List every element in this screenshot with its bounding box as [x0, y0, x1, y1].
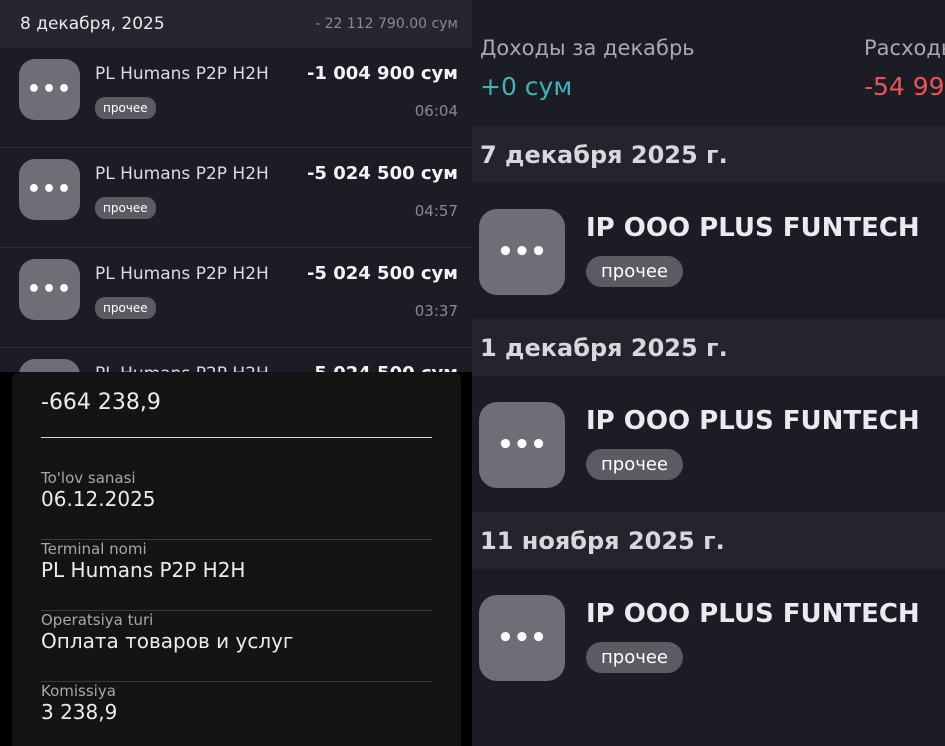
history-item[interactable]: ••• IP OOO PLUS FUNTECH прочее [472, 376, 945, 512]
operation-type-field: Operatsiya turi Оплата товаров и услуг [41, 611, 432, 682]
date-section-header: 7 декабря 2025 г. [472, 126, 945, 183]
transaction-row[interactable]: ••• PL Humans P2P H2H прочее -1 004 900 … [0, 48, 472, 148]
payment-details-panel: -664 238,9 To'lov sanasi 06.12.2025 Term… [12, 372, 461, 746]
category-badge: прочее [586, 642, 683, 673]
history-item[interactable]: ••• IP OOO PLUS FUNTECH прочее [472, 569, 945, 705]
more-icon: ••• [479, 595, 565, 681]
merchant-name: IP OOO PLUS FUNTECH [586, 213, 920, 243]
field-value: Оплата товаров и услуг [41, 629, 294, 653]
more-icon: ••• [479, 402, 565, 488]
transaction-amount: -5 024 500 сум [307, 363, 458, 372]
history-item[interactable]: ••• IP OOO PLUS FUNTECH прочее [472, 183, 945, 319]
field-value: 3 238,9 [41, 700, 118, 724]
field-value: 06.12.2025 [41, 487, 156, 511]
transaction-time: 04:57 [414, 202, 458, 220]
commission-field: Komissiya 3 238,9 [41, 682, 432, 746]
transaction-name: PL Humans P2P H2H [95, 164, 269, 184]
day-header: 8 декабря, 2025 - 22 112 790.00 сум [0, 0, 472, 48]
day-total: - 22 112 790.00 сум [315, 16, 458, 32]
field-label: To'lov sanasi [41, 469, 136, 487]
date-section-header: 11 ноября 2025 г. [472, 512, 945, 569]
category-badge: прочее [95, 297, 156, 319]
more-icon: ••• [19, 159, 80, 220]
day-date: 8 декабря, 2025 [20, 14, 165, 34]
transaction-name: PL Humans P2P H2H [95, 364, 269, 372]
transaction-time: 06:04 [414, 102, 458, 120]
field-label: Komissiya [41, 682, 116, 700]
category-badge: прочее [95, 97, 156, 119]
field-value: PL Humans P2P H2H [41, 558, 246, 582]
more-icon: ••• [19, 359, 80, 372]
history-panel: Доходы за декабрь +0 сум Расходы за дека… [472, 0, 945, 746]
payment-amount: -664 238,9 [41, 390, 161, 415]
category-badge: прочее [586, 256, 683, 287]
transaction-list-panel: 8 декабря, 2025 - 22 112 790.00 сум ••• … [0, 0, 472, 372]
category-badge: прочее [586, 449, 683, 480]
date-section-header: 1 декабря 2025 г. [472, 319, 945, 376]
payment-date-field: To'lov sanasi 06.12.2025 [41, 469, 432, 540]
transaction-amount: -1 004 900 сум [306, 63, 458, 84]
income-value: +0 сум [480, 72, 573, 101]
transaction-row[interactable]: ••• PL Humans P2P H2H прочее -5 024 500 … [0, 148, 472, 248]
transaction-name: PL Humans P2P H2H [95, 64, 269, 84]
transaction-amount: -5 024 500 сум [306, 163, 458, 184]
field-label: Operatsiya turi [41, 611, 154, 629]
income-label: Доходы за декабрь [480, 36, 695, 60]
transaction-amount: -5 024 500 сум [306, 263, 458, 284]
category-badge: прочее [95, 197, 156, 219]
expense-value: -54 99 [864, 72, 945, 101]
field-label: Terminal nomi [41, 540, 147, 558]
terminal-name-field: Terminal nomi PL Humans P2P H2H [41, 540, 432, 611]
transaction-name: PL Humans P2P H2H [95, 264, 269, 284]
more-icon: ••• [19, 59, 80, 120]
expense-label: Расходы за декабрь [864, 36, 945, 60]
transaction-row[interactable]: ••• PL Humans P2P H2H -5 024 500 сум [0, 348, 472, 372]
transaction-row[interactable]: ••• PL Humans P2P H2H прочее -5 024 500 … [0, 248, 472, 348]
more-icon: ••• [479, 209, 565, 295]
more-icon: ••• [19, 259, 80, 320]
merchant-name: IP OOO PLUS FUNTECH [586, 599, 920, 629]
divider [41, 437, 432, 438]
merchant-name: IP OOO PLUS FUNTECH [586, 406, 920, 436]
transaction-time: 03:37 [414, 302, 458, 320]
